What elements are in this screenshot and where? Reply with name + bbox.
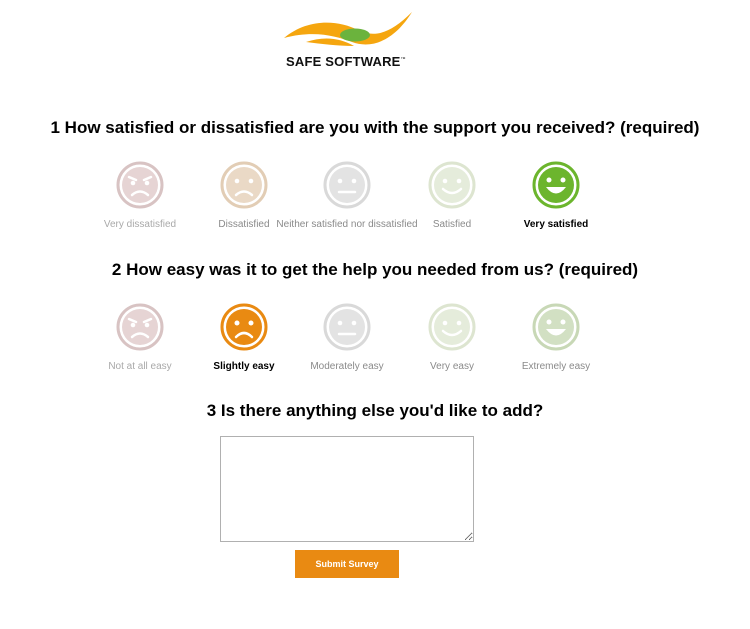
rating-label: Very satisfied (523, 219, 589, 230)
ease-rating: Not at all easy Slightly easy Moderately… (0, 302, 750, 382)
rating-label: Extremely easy (521, 361, 591, 372)
question-2-title: 2 How easy was it to get the help you ne… (111, 260, 639, 279)
rating-option-extremely-easy[interactable]: Extremely easy (466, 302, 646, 382)
question-3-title: 3 Is there anything else you'd like to a… (206, 401, 544, 420)
safe-software-logo: SAFE SOFTWARE™ (278, 8, 418, 72)
brand-name: SAFE SOFTWARE™ (286, 54, 406, 69)
submit-survey-button[interactable]: Submit Survey (295, 550, 399, 578)
question-1-title: 1 How satisfied or dissatisfied are you … (50, 118, 700, 137)
survey-page: SAFE SOFTWARE™ 1 How satisfied or dissat… (0, 0, 750, 629)
satisfaction-rating: Very dissatisfied Dissatisfied Neither s… (0, 160, 750, 240)
rating-option-very-satisfied[interactable]: Very satisfied (466, 160, 646, 240)
big-smile-face-icon (532, 161, 580, 209)
big-smile-face-icon (532, 303, 580, 351)
swoosh-logo-icon (284, 12, 412, 46)
comment-textarea[interactable] (220, 436, 474, 542)
